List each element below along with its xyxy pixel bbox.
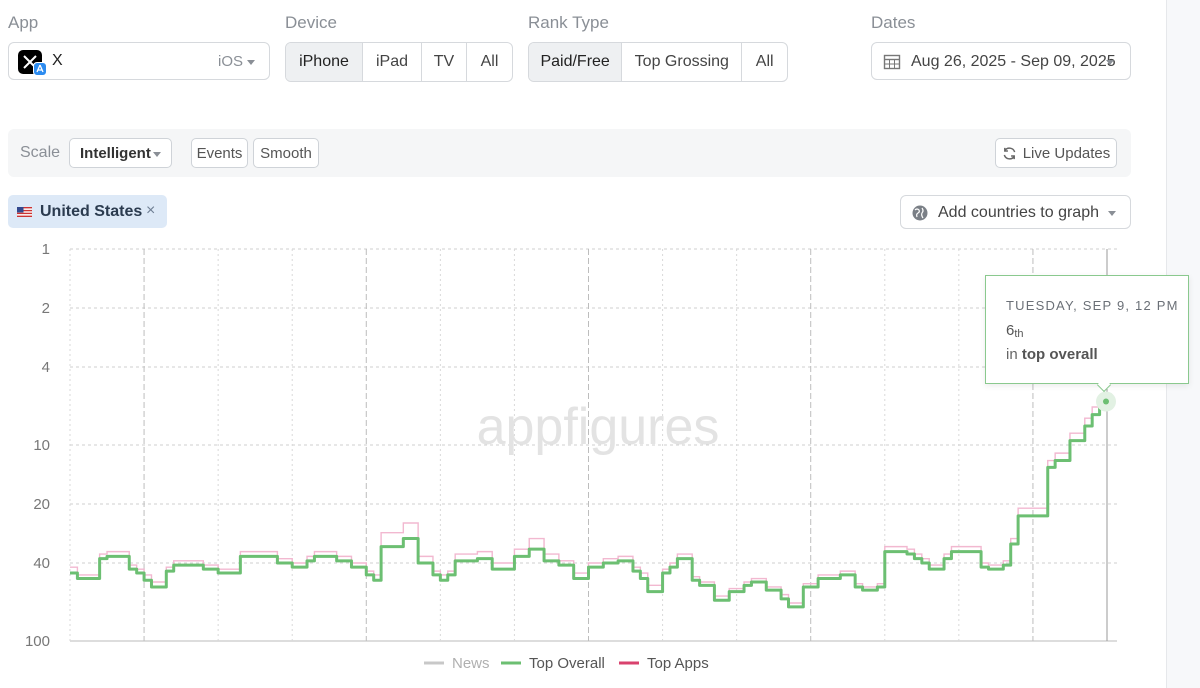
chevron-down-icon (247, 60, 255, 65)
rank-type-option-top-grossing[interactable]: Top Grossing (622, 43, 743, 81)
rank-type-selector: Paid/Free Top Grossing All (528, 42, 788, 82)
scale-value: Intelligent (80, 145, 151, 162)
chart-toolbar: Scale Intelligent Events Smooth Live Upd… (8, 129, 1131, 177)
add-countries-dropdown[interactable]: Add countries to graph (900, 195, 1131, 229)
y-tick-label: 10 (33, 437, 50, 454)
device-label: Device (285, 13, 337, 32)
chevron-down-icon (153, 152, 161, 157)
y-tick-label: 20 (33, 496, 50, 513)
live-updates-button[interactable]: Live Updates (995, 138, 1117, 168)
app-name: X (52, 52, 63, 69)
device-option-ipad[interactable]: iPad (363, 43, 422, 81)
tooltip-rank-suffix: th (1014, 328, 1024, 340)
close-icon[interactable]: × (146, 202, 155, 220)
country-chip-united-states: United States × (8, 195, 167, 228)
date-range-picker[interactable]: Aug 26, 2025 - Sep 09, 2025 (871, 42, 1131, 80)
us-flag-icon (17, 207, 32, 217)
tooltip-category: in top overall (1006, 346, 1098, 363)
refresh-icon (1003, 146, 1016, 160)
scale-select[interactable]: Intelligent (69, 138, 172, 168)
rank-type-label: Rank Type (528, 13, 609, 32)
globe-icon (912, 205, 928, 221)
rank-type-option-paid-free[interactable]: Paid/Free (529, 43, 623, 81)
y-tick-label: 1 (42, 241, 50, 258)
y-tick-label: 100 (25, 633, 50, 650)
tooltip-rank: 6th (1006, 322, 1024, 340)
chevron-down-icon (1106, 60, 1114, 65)
country-name: United States (40, 203, 143, 220)
chart-tooltip: TUESDAY, SEP 9, 12 PM 6th in top overall (985, 275, 1189, 393)
chevron-down-icon (1108, 211, 1116, 216)
smooth-button[interactable]: Smooth (253, 138, 319, 168)
legend-label-news[interactable]: News (452, 655, 490, 672)
date-range-value: Aug 26, 2025 - Sep 09, 2025 (911, 53, 1116, 70)
device-selector: iPhone iPad TV All (285, 42, 513, 82)
chart-legend: News Top Overall Top Apps (424, 655, 709, 672)
events-button[interactable]: Events (191, 138, 248, 168)
app-select[interactable]: X iOS (8, 42, 270, 80)
legend-label-top-overall[interactable]: Top Overall (529, 655, 605, 672)
y-tick-label: 40 (33, 555, 50, 572)
hover-point (1103, 398, 1109, 405)
tooltip-date: TUESDAY, SEP 9, 12 PM (1006, 298, 1179, 313)
rank-type-option-all[interactable]: All (742, 43, 787, 81)
legend-label-top-apps[interactable]: Top Apps (647, 655, 709, 672)
tooltip-prefix: in (1006, 346, 1018, 363)
y-tick-label: 2 (42, 300, 50, 317)
device-option-all[interactable]: All (467, 43, 512, 81)
appfigures-watermark: appfigures (477, 398, 720, 456)
live-updates-label: Live Updates (1022, 144, 1111, 162)
device-option-iphone[interactable]: iPhone (286, 43, 363, 81)
add-countries-label: Add countries to graph (938, 204, 1099, 221)
device-option-tv[interactable]: TV (422, 43, 467, 81)
app-store-icon (33, 62, 47, 76)
y-tick-label: 4 (42, 359, 50, 376)
calendar-icon (883, 54, 901, 70)
tooltip-category-name: top overall (1021, 346, 1098, 363)
scale-label: Scale (20, 144, 61, 161)
app-platform: iOS (217, 53, 243, 70)
dates-label: Dates (871, 13, 916, 32)
app-label: App (8, 13, 39, 32)
